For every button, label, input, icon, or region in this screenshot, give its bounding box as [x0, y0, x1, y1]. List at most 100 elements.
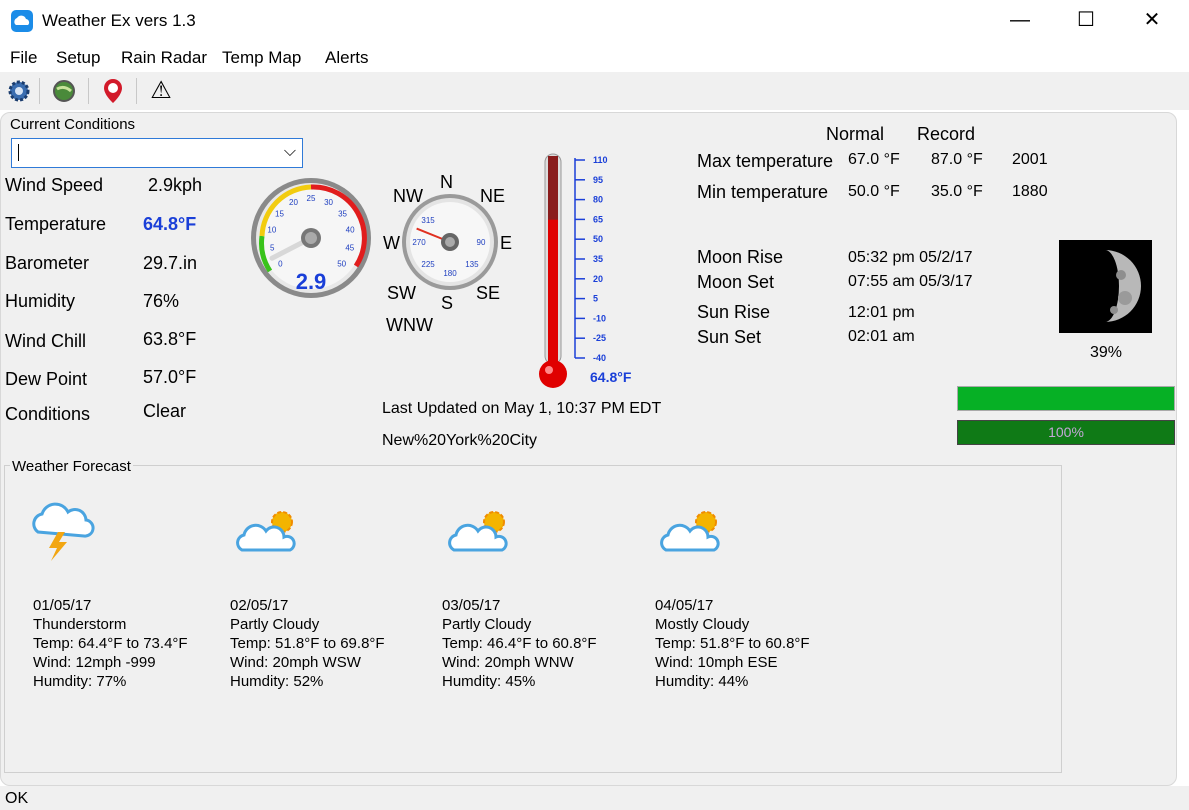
temperature-value: 64.8°F: [143, 214, 197, 234]
forecast-date: 02/05/17: [230, 597, 289, 614]
thermometer: 110 95 80 65 50 35 20 5 -10 -25 -40: [539, 153, 608, 388]
min-temp-label: Min temperature: [697, 182, 829, 202]
moon-illumination: 39%: [1090, 344, 1123, 361]
menu-alerts[interactable]: Alerts: [325, 48, 368, 68]
forecast-date: 04/05/17: [655, 597, 714, 614]
wind-chill-value: 63.8°F: [143, 329, 197, 349]
thermometer-reading: 64.8°F: [590, 369, 632, 385]
barometer-value: 29.7.in: [143, 253, 198, 273]
settings-gear-icon[interactable]: [4, 76, 34, 106]
wind-speed-gauge: 05 10 15 20 25 30 35 40 45 50 2.9: [251, 178, 371, 298]
compass-ne: NE: [480, 186, 506, 206]
gauge-tick-label: 25: [307, 194, 316, 203]
thermo-tick-label: 5: [593, 294, 598, 304]
forecast-temp: Temp: 51.8°F to 60.8°F: [655, 635, 810, 652]
gauge-tick-label: 30: [324, 198, 333, 207]
forecast-wind: Wind: 10mph ESE: [655, 654, 778, 671]
compass-nw: NW: [393, 186, 423, 206]
status-text: OK: [5, 790, 29, 807]
maximize-button[interactable]: ☐: [1074, 8, 1098, 32]
forecast-date: 01/05/17: [33, 597, 92, 614]
forecast-temp: Temp: 46.4°F to 60.8°F: [442, 635, 597, 652]
conditions-value: Clear: [143, 401, 187, 421]
globe-icon[interactable]: [49, 76, 79, 106]
compass-tick-label: 135: [465, 260, 479, 269]
wind-speed-label: Wind Speed: [5, 175, 104, 195]
toolbar: ⚠: [0, 72, 1189, 110]
dew-point-label: Dew Point: [5, 369, 88, 389]
wind-speed-value: 2.9kph: [148, 175, 203, 195]
forecast-condition: Thunderstorm: [33, 616, 127, 633]
humidity-value: 76%: [143, 291, 180, 311]
thermo-tick-label: -40: [593, 353, 606, 363]
compass-tick-label: 180: [443, 269, 457, 278]
alert-pin-icon[interactable]: [98, 76, 128, 106]
progress-bar-primary: [957, 386, 1175, 411]
record-header: Record: [917, 124, 976, 144]
menu-file[interactable]: File: [10, 48, 37, 68]
sun-set-value: 02:01 am: [848, 328, 915, 345]
gauge-tick-label: 45: [345, 244, 354, 253]
min-temp-year: 1880: [1012, 183, 1048, 200]
gauge-tick-label: 15: [275, 209, 284, 218]
gauge-value-label: 2.9: [296, 269, 327, 294]
compass-n: N: [440, 172, 453, 192]
forecast-humidity: Humdity: 77%: [33, 673, 127, 690]
thermometer-mercury: [548, 219, 558, 364]
max-temp-normal: 67.0 °F: [848, 151, 900, 168]
gauge-tick-label: 20: [289, 198, 298, 207]
location-combobox[interactable]: ⌵: [11, 138, 303, 168]
gauge-tick-label: 50: [337, 260, 346, 269]
thunderstorm-icon: [32, 502, 95, 561]
sun-rise-value: 12:01 pm: [848, 304, 915, 321]
moon-set-value: 07:55 am 05/3/17: [848, 273, 973, 290]
thermo-tick-label: 110: [593, 155, 608, 165]
close-button[interactable]: ✕: [1140, 8, 1164, 32]
menu-rain-radar[interactable]: Rain Radar: [121, 48, 207, 68]
dew-point-value: 57.0°F: [143, 367, 197, 387]
humidity-label: Humidity: [5, 291, 76, 311]
forecast-condition: Partly Cloudy: [442, 616, 532, 633]
compass-tick-label: 225: [421, 260, 435, 269]
sun-set-label: Sun Set: [697, 327, 762, 347]
forecast-humidity: Humdity: 44%: [655, 673, 749, 690]
menu-temp-map[interactable]: Temp Map: [222, 48, 301, 68]
compass-s: S: [441, 293, 454, 313]
thermo-tick-label: 80: [593, 195, 603, 205]
progress-bar-secondary: 100%: [957, 420, 1175, 445]
compass-dial: 315 90 135 180 225 270: [402, 194, 498, 290]
compass-tick-label: 90: [477, 238, 486, 247]
thermo-tick-label: -10: [593, 313, 606, 323]
compass-se: SE: [476, 283, 501, 303]
temperature-label: Temperature: [5, 214, 107, 234]
current-conditions-label: Current Conditions: [10, 116, 136, 133]
forecast-group: [4, 465, 1062, 773]
forecast-humidity: Humdity: 52%: [230, 673, 324, 690]
forecast-condition: Mostly Cloudy: [655, 616, 750, 633]
compass-w: W: [383, 233, 400, 253]
partly-cloudy-icon: [448, 511, 508, 552]
gauge-tick-label: 0: [278, 260, 283, 269]
forecast-wind: Wind: 20mph WSW: [230, 654, 361, 671]
forecast-date: 03/05/17: [442, 597, 501, 614]
thermo-tick-label: -25: [593, 333, 606, 343]
menu-setup[interactable]: Setup: [56, 48, 100, 68]
barometer-label: Barometer: [5, 253, 90, 273]
max-temp-record: 87.0 °F: [931, 151, 983, 168]
wind-direction-label: WNW: [386, 315, 433, 335]
moon-set-label: Moon Set: [697, 272, 775, 292]
forecast-temp: Temp: 64.4°F to 73.4°F: [33, 635, 188, 652]
status-bar: OK: [0, 786, 1189, 810]
chevron-down-icon[interactable]: ⌵: [284, 143, 296, 161]
minimize-button[interactable]: —: [1008, 8, 1032, 32]
warning-triangle-icon[interactable]: ⚠: [146, 76, 176, 106]
forecast-group-label: Weather Forecast: [10, 458, 133, 475]
normal-header: Normal: [826, 124, 885, 144]
progress-bar-label: 100%: [1048, 424, 1084, 440]
gauge-tick-label: 10: [267, 226, 276, 235]
app-cloud-icon: [11, 10, 33, 32]
last-updated-text: Last Updated on May 1, 10:37 PM EDT: [382, 400, 662, 417]
thermo-tick-label: 50: [593, 234, 603, 244]
compass-tick-label: 270: [412, 238, 426, 247]
forecast-humidity: Humdity: 45%: [442, 673, 536, 690]
